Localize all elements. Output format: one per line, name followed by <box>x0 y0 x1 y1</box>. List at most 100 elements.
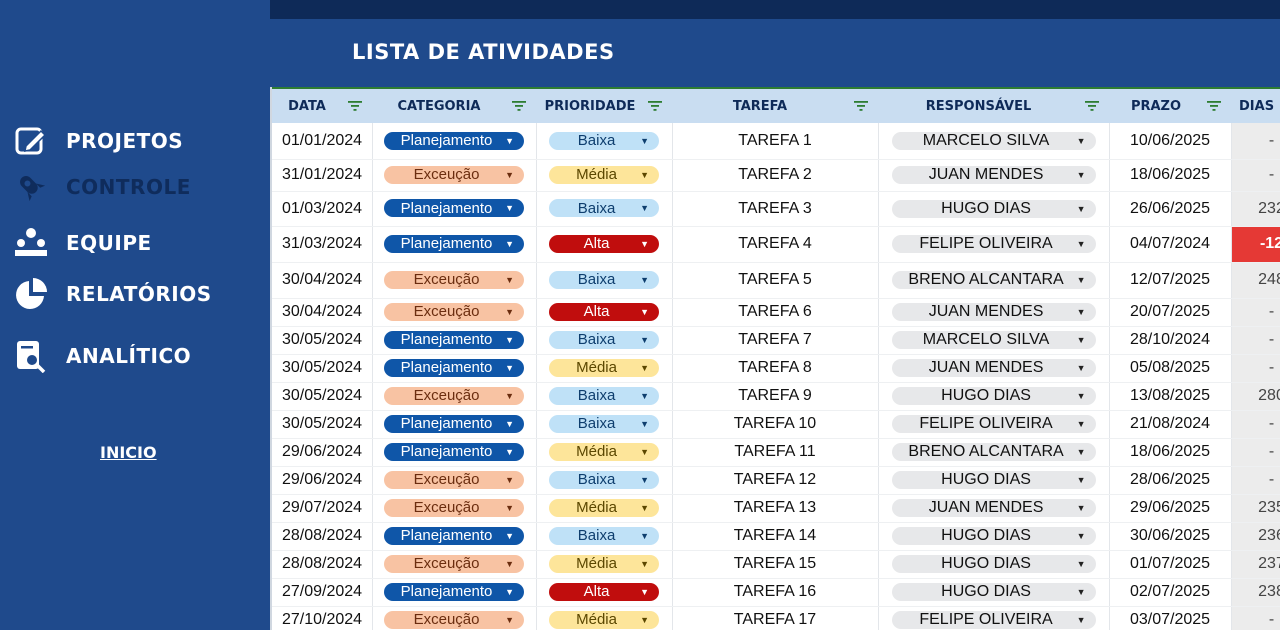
category-dropdown[interactable]: Exceução ▼ <box>384 498 524 517</box>
responsible-dropdown[interactable]: BRENO ALCANTARA ▼ <box>891 271 1096 289</box>
caret-down-icon: ▼ <box>640 530 649 541</box>
filter-icon[interactable] <box>1085 99 1099 113</box>
category-dropdown[interactable]: Planejamento ▼ <box>384 442 524 461</box>
priority-dropdown[interactable]: Baixa ▼ <box>549 131 659 150</box>
priority-dropdown[interactable]: Alta ▼ <box>549 302 659 321</box>
filter-icon[interactable] <box>512 99 526 113</box>
filter-icon[interactable] <box>854 99 868 113</box>
priority-dropdown[interactable]: Média ▼ <box>549 165 659 184</box>
category-dropdown[interactable]: Planejamento ▼ <box>384 414 524 433</box>
priority-dropdown[interactable]: Alta ▼ <box>549 582 659 601</box>
column-header-prazo[interactable]: PRAZO <box>1109 87 1231 123</box>
nav-analitico[interactable]: ANALÍTICO <box>14 339 191 373</box>
caret-down-icon: ▼ <box>640 446 649 457</box>
category-dropdown[interactable]: Planejamento ▼ <box>384 330 524 349</box>
priority-value: Média <box>576 443 617 461</box>
cell-dias: 237 <box>1231 550 1280 579</box>
responsible-value: FELIPE OLIVEIRA <box>919 611 1053 628</box>
responsible-dropdown[interactable]: JUAN MENDES ▼ <box>891 359 1096 377</box>
priority-dropdown[interactable]: Baixa ▼ <box>549 414 659 433</box>
inicio-link[interactable]: INICIO <box>100 443 157 462</box>
cell-data: 31/03/2024 <box>272 226 373 263</box>
column-header-categoria[interactable]: CATEGORIA <box>372 87 536 123</box>
cell-prazo: 01/07/2025 <box>1109 550 1232 579</box>
cell-tarefa: TAREFA 17 <box>672 606 879 630</box>
priority-dropdown[interactable]: Média ▼ <box>549 442 659 461</box>
category-dropdown[interactable]: Exceução ▼ <box>384 270 524 289</box>
priority-dropdown[interactable]: Baixa ▼ <box>549 330 659 349</box>
cell-prazo: 21/08/2024 <box>1109 410 1232 439</box>
cell-prioridade: Baixa ▼ <box>536 410 673 439</box>
column-label: CATEGORIA <box>397 98 481 114</box>
cell-responsavel: JUAN MENDES ▼ <box>878 494 1110 523</box>
nav-relatorios[interactable]: RELATÓRIOS <box>14 277 212 311</box>
category-dropdown[interactable]: Exceução ▼ <box>384 302 524 321</box>
cell-responsavel: HUGO DIAS ▼ <box>878 466 1110 495</box>
responsible-dropdown[interactable]: FELIPE OLIVEIRA ▼ <box>891 611 1096 629</box>
category-dropdown[interactable]: Planejamento ▼ <box>384 199 524 218</box>
category-dropdown[interactable]: Exceução ▼ <box>384 165 524 184</box>
priority-dropdown[interactable]: Baixa ▼ <box>549 470 659 489</box>
responsible-dropdown[interactable]: FELIPE OLIVEIRA ▼ <box>891 235 1096 253</box>
cell-dias: 236 <box>1231 522 1280 551</box>
category-dropdown[interactable]: Planejamento ▼ <box>384 234 524 253</box>
cell-responsavel: JUAN MENDES ▼ <box>878 354 1110 383</box>
column-header-data[interactable]: DATA <box>272 87 372 123</box>
responsible-dropdown[interactable]: MARCELO SILVA ▼ <box>891 131 1096 150</box>
nav-controle[interactable]: CONTROLE <box>14 170 191 204</box>
priority-dropdown[interactable]: Baixa ▼ <box>549 386 659 405</box>
responsible-dropdown[interactable]: JUAN MENDES ▼ <box>891 166 1096 184</box>
category-dropdown[interactable]: Planejamento ▼ <box>384 358 524 377</box>
priority-dropdown[interactable]: Alta ▼ <box>549 234 659 253</box>
nav-equipe[interactable]: EQUIPE <box>14 226 152 260</box>
filter-icon[interactable] <box>348 99 362 113</box>
cell-prioridade: Média ▼ <box>536 550 673 579</box>
category-dropdown[interactable]: Exceução ▼ <box>384 470 524 489</box>
responsible-value: HUGO DIAS <box>941 555 1031 572</box>
responsible-dropdown[interactable]: HUGO DIAS ▼ <box>891 471 1096 489</box>
column-header-tarefa[interactable]: TAREFA <box>672 87 878 123</box>
caret-down-icon: ▼ <box>1076 391 1086 401</box>
category-dropdown[interactable]: Planejamento ▼ <box>384 526 524 545</box>
responsible-dropdown[interactable]: FELIPE OLIVEIRA ▼ <box>891 415 1096 433</box>
responsible-dropdown[interactable]: HUGO DIAS ▼ <box>891 583 1096 601</box>
priority-dropdown[interactable]: Média ▼ <box>549 358 659 377</box>
nav-projetos[interactable]: PROJETOS <box>14 124 183 158</box>
caret-down-icon: ▼ <box>505 474 514 485</box>
priority-dropdown[interactable]: Média ▼ <box>549 610 659 629</box>
priority-dropdown[interactable]: Média ▼ <box>549 498 659 517</box>
filter-icon[interactable] <box>648 99 662 113</box>
filter-icon[interactable] <box>1207 99 1221 113</box>
responsible-dropdown[interactable]: HUGO DIAS ▼ <box>891 387 1096 405</box>
category-dropdown[interactable]: Planejamento ▼ <box>384 131 524 150</box>
column-header-dias[interactable]: DIAS <box>1231 87 1280 123</box>
caret-down-icon: ▼ <box>1076 275 1086 285</box>
cell-prazo: 18/06/2025 <box>1109 159 1232 192</box>
column-header-responsavel[interactable]: RESPONSÁVEL <box>878 87 1109 123</box>
caret-down-icon: ▼ <box>640 334 649 345</box>
responsible-dropdown[interactable]: JUAN MENDES ▼ <box>891 303 1096 321</box>
cell-categoria: Exceução ▼ <box>372 606 537 630</box>
priority-dropdown[interactable]: Baixa ▼ <box>549 199 659 218</box>
category-dropdown[interactable]: Exceução ▼ <box>384 386 524 405</box>
responsible-dropdown[interactable]: HUGO DIAS ▼ <box>891 527 1096 545</box>
responsible-dropdown[interactable]: MARCELO SILVA ▼ <box>891 331 1096 349</box>
caret-down-icon: ▼ <box>505 169 514 180</box>
nav-label: PROJETOS <box>66 129 184 153</box>
category-value: Planejamento <box>400 527 493 545</box>
category-dropdown[interactable]: Exceução ▼ <box>384 610 524 629</box>
cell-tarefa: TAREFA 12 <box>672 466 879 495</box>
caret-down-icon: ▼ <box>1076 170 1086 180</box>
priority-value: Baixa <box>577 199 616 217</box>
column-header-prioridade[interactable]: PRIORIDADE <box>536 87 672 123</box>
priority-dropdown[interactable]: Média ▼ <box>549 554 659 573</box>
responsible-dropdown[interactable]: HUGO DIAS ▼ <box>891 555 1096 573</box>
responsible-dropdown[interactable]: BRENO ALCANTARA ▼ <box>891 443 1096 461</box>
cell-tarefa: TAREFA 11 <box>672 438 879 467</box>
responsible-dropdown[interactable]: JUAN MENDES ▼ <box>891 499 1096 517</box>
category-dropdown[interactable]: Planejamento ▼ <box>384 582 524 601</box>
priority-dropdown[interactable]: Baixa ▼ <box>549 270 659 289</box>
priority-dropdown[interactable]: Baixa ▼ <box>549 526 659 545</box>
category-dropdown[interactable]: Exceução ▼ <box>384 554 524 573</box>
responsible-dropdown[interactable]: HUGO DIAS ▼ <box>891 199 1096 218</box>
